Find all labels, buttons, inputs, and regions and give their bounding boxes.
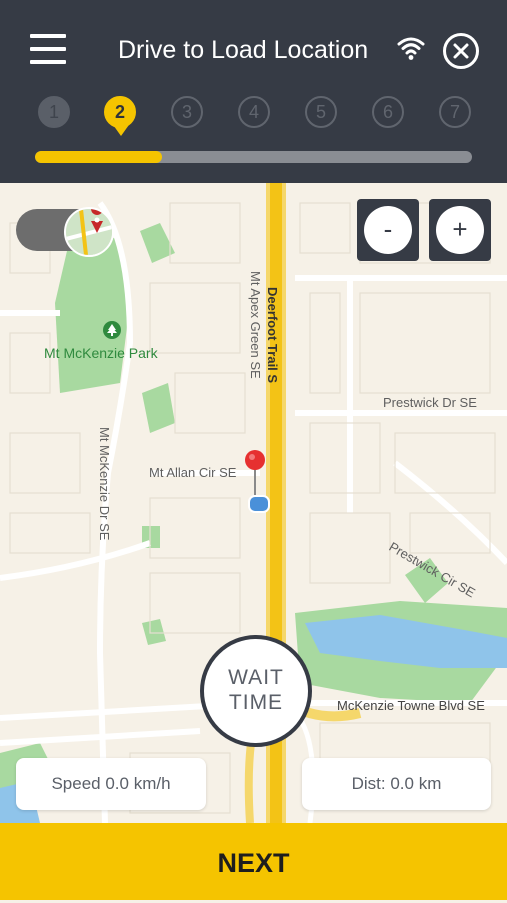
map-label-deerfoot: Deerfoot Trail S <box>265 287 280 384</box>
zoom-in-button[interactable]: + <box>429 199 491 261</box>
map-pin-icon[interactable] <box>244 449 266 499</box>
step-indicator: 1 2 3 4 5 6 7 <box>0 96 507 136</box>
map-layer-icon <box>64 207 114 257</box>
step-7[interactable]: 7 <box>439 96 471 128</box>
map-label-mckenzie-dr: Mt McKenzie Dr SE <box>97 427 112 541</box>
zoom-out-label: - <box>364 206 412 254</box>
map-layer-toggle[interactable] <box>16 207 114 257</box>
park-icon <box>103 321 121 339</box>
map-label-mt-apex: Mt Apex Green SE <box>248 271 263 379</box>
map-label-prestwick-dr: Prestwick Dr SE <box>383 395 477 410</box>
step-5[interactable]: 5 <box>305 96 337 128</box>
speed-readout: Speed 0.0 km/h <box>16 758 206 810</box>
close-icon[interactable] <box>443 33 479 69</box>
wait-time-line1: WAIT <box>228 666 284 689</box>
progress-bar-fill <box>35 151 162 163</box>
distance-readout: Dist: 0.0 km <box>302 758 491 810</box>
page-title: Drive to Load Location <box>118 36 369 64</box>
step-4[interactable]: 4 <box>238 96 270 128</box>
zoom-in-label: + <box>436 206 484 254</box>
top-bar: Drive to Load Location 1 2 3 4 5 6 7 <box>0 0 507 183</box>
step-6[interactable]: 6 <box>372 96 404 128</box>
wifi-icon <box>397 35 425 61</box>
progress-bar <box>35 151 472 163</box>
current-location-icon <box>248 495 270 513</box>
wait-time-line2: TIME <box>228 691 284 714</box>
map-label-mt-allan: Mt Allan Cir SE <box>149 465 237 480</box>
step-3[interactable]: 3 <box>171 96 203 128</box>
step-2[interactable]: 2 <box>104 96 136 136</box>
step-1[interactable]: 1 <box>38 96 70 128</box>
hamburger-menu-icon[interactable] <box>30 34 66 64</box>
map-label-towne-blvd: McKenzie Towne Blvd SE <box>337 698 485 713</box>
map-view[interactable]: Mt McKenzie Park Prestwick Dr SE Mt Alla… <box>0 183 507 823</box>
map-label-park: Mt McKenzie Park <box>44 345 158 361</box>
zoom-out-button[interactable]: - <box>357 199 419 261</box>
wait-time-button[interactable]: WAIT TIME <box>200 635 312 747</box>
next-button[interactable]: NEXT <box>0 823 507 900</box>
